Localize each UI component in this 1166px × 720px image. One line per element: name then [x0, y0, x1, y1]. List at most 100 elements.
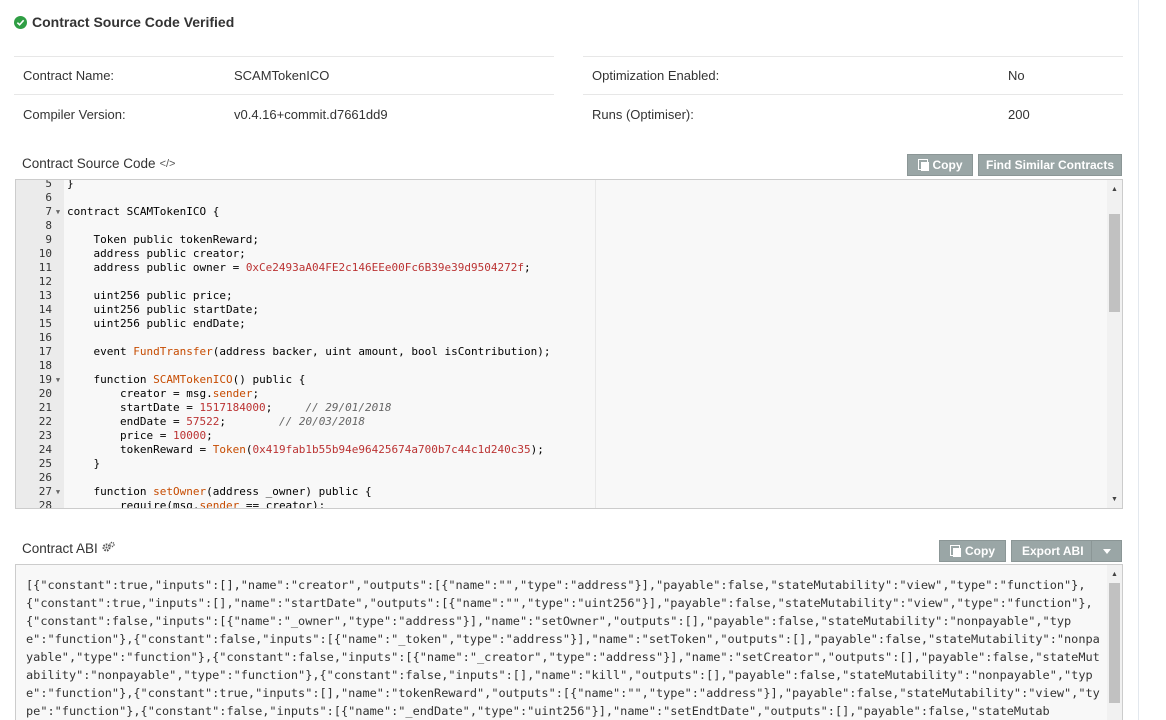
detail-row-runs: Runs (Optimiser): 200: [583, 95, 1123, 133]
code-text: event FundTransfer(address backer, uint …: [67, 345, 551, 358]
detail-row-compiler-version: Compiler Version: v0.4.16+commit.d7661dd…: [14, 95, 554, 133]
code-line: 13 uint256 public price;: [16, 289, 550, 303]
code-text: address public creator;: [67, 247, 246, 260]
code-line: 25 }: [16, 457, 550, 471]
find-similar-label: Find Similar Contracts: [985, 158, 1115, 172]
code-text: price = 10000;: [67, 429, 213, 442]
fold-arrow-icon[interactable]: ▼: [52, 373, 64, 387]
line-number: 6: [45, 191, 52, 204]
code-line: 18: [16, 359, 550, 373]
check-circle-icon: [14, 15, 27, 29]
line-number: 13: [38, 289, 52, 302]
code-line: 20 creator = msg.sender;: [16, 387, 550, 401]
line-number: 10: [38, 247, 52, 260]
line-number: 22: [38, 415, 52, 428]
line-number: 9: [45, 233, 52, 246]
copy-source-label: Copy: [932, 158, 963, 172]
detail-value: No: [1008, 68, 1025, 83]
verified-heading: Contract Source Code Verified: [14, 14, 234, 30]
code-line: 24 tokenReward = Token(0x419fab1b55b94e9…: [16, 443, 550, 457]
code-text: uint256 public startDate;: [67, 303, 260, 316]
copy-icon: [917, 159, 929, 171]
line-number: 17: [38, 345, 52, 358]
detail-row-contract-name: Contract Name: SCAMTokenICO: [14, 57, 554, 95]
line-number: 18: [38, 359, 52, 372]
gears-icon: [102, 541, 115, 556]
copy-source-button[interactable]: Copy: [907, 154, 973, 176]
fold-arrow-icon[interactable]: ▼: [52, 485, 64, 499]
editor-scrollbar[interactable]: ▲ ▼: [1107, 180, 1122, 508]
code-content[interactable]: 5} 6 7 ▼ contract SCAMTokenICO {8 9 Token pub…: [16, 180, 551, 508]
code-line: 10 address public creator;: [16, 247, 550, 261]
code-text: }: [67, 457, 101, 470]
code-line: 26: [16, 471, 550, 485]
source-code-label: Contract Source Code: [22, 156, 156, 171]
export-abi-button[interactable]: Export ABI: [1011, 540, 1122, 562]
code-text: creator = msg.sender;: [67, 387, 260, 400]
code-line: 15 uint256 public endDate;: [16, 317, 550, 331]
detail-value: 200: [1008, 106, 1030, 122]
scroll-up-arrow-icon[interactable]: ▲: [1107, 182, 1122, 196]
source-code-title: Contract Source Code </>: [22, 156, 175, 171]
line-number: 25: [38, 457, 52, 470]
find-similar-contracts-button[interactable]: Find Similar Contracts: [978, 154, 1122, 176]
code-line: 8: [16, 219, 550, 233]
copy-abi-button[interactable]: Copy: [939, 540, 1006, 562]
source-code-editor[interactable]: 5} 6 7 ▼ contract SCAMTokenICO {8 9 Token pub…: [15, 179, 1123, 509]
code-text: function setOwner(address _owner) public…: [67, 485, 372, 498]
detail-row-optimization: Optimization Enabled: No: [583, 57, 1123, 95]
code-text: endDate = 57522; // 20/03/2018: [67, 415, 366, 428]
code-line: 23 price = 10000;: [16, 429, 550, 443]
export-abi-dropdown-toggle[interactable]: [1091, 541, 1121, 561]
line-number: 12: [38, 275, 52, 288]
copy-icon: [950, 545, 961, 557]
code-text: contract SCAMTokenICO {: [67, 205, 220, 218]
scroll-down-arrow-icon[interactable]: ▼: [1107, 492, 1122, 506]
code-line: 27 ▼ function setOwner(address _owner) pu…: [16, 485, 550, 499]
code-text: Token public tokenReward;: [67, 233, 260, 246]
abi-json-text[interactable]: [{"constant":true,"inputs":[],"name":"cr…: [26, 576, 1101, 720]
caret-down-icon: [1102, 548, 1111, 554]
code-line: 11 address public owner = 0xCe2493aA04FE…: [16, 261, 550, 275]
line-number: 8: [45, 219, 52, 232]
scrollbar-thumb[interactable]: [1109, 214, 1120, 312]
line-number: 14: [38, 303, 52, 316]
code-text: address public owner = 0xCe2493aA04FE2c1…: [67, 261, 531, 274]
code-line: 16: [16, 331, 550, 345]
abi-textarea[interactable]: [{"constant":true,"inputs":[],"name":"cr…: [15, 564, 1123, 720]
code-line: 28 require(msg.sender == creator);: [16, 499, 550, 508]
code-line: 19 ▼ function SCAMTokenICO() public {: [16, 373, 550, 387]
code-text: function SCAMTokenICO() public {: [67, 373, 306, 386]
code-icon: </>: [159, 157, 176, 170]
verified-label: Contract Source Code Verified: [32, 14, 235, 30]
code-line: 7 ▼ contract SCAMTokenICO {: [16, 205, 550, 219]
code-line: 5}: [16, 180, 550, 191]
line-number: 15: [38, 317, 52, 330]
line-number: 19: [38, 373, 52, 386]
scrollbar-thumb[interactable]: [1109, 583, 1120, 703]
line-number: 27: [38, 485, 52, 498]
code-text: uint256 public price;: [67, 289, 233, 302]
code-text: uint256 public endDate;: [67, 317, 246, 330]
line-number: 11: [38, 261, 52, 274]
code-line: 17 event FundTransfer(address backer, ui…: [16, 345, 551, 359]
fold-arrow-icon[interactable]: ▼: [52, 205, 64, 219]
code-line: 6: [16, 191, 550, 205]
page-right-border: [1138, 0, 1139, 720]
line-number: 7: [45, 205, 52, 218]
abi-scrollbar[interactable]: ▲: [1107, 565, 1122, 720]
code-line: 21 startDate = 1517184000; // 29/01/2018: [16, 401, 550, 415]
contract-abi-label: Contract ABI: [22, 541, 98, 556]
scroll-up-arrow-icon[interactable]: ▲: [1107, 567, 1122, 581]
line-number: 23: [38, 429, 52, 442]
code-line: 14 uint256 public startDate;: [16, 303, 550, 317]
line-number: 20: [38, 387, 52, 400]
line-number: 16: [38, 331, 52, 344]
code-line: 12: [16, 275, 550, 289]
copy-abi-label: Copy: [965, 544, 995, 558]
